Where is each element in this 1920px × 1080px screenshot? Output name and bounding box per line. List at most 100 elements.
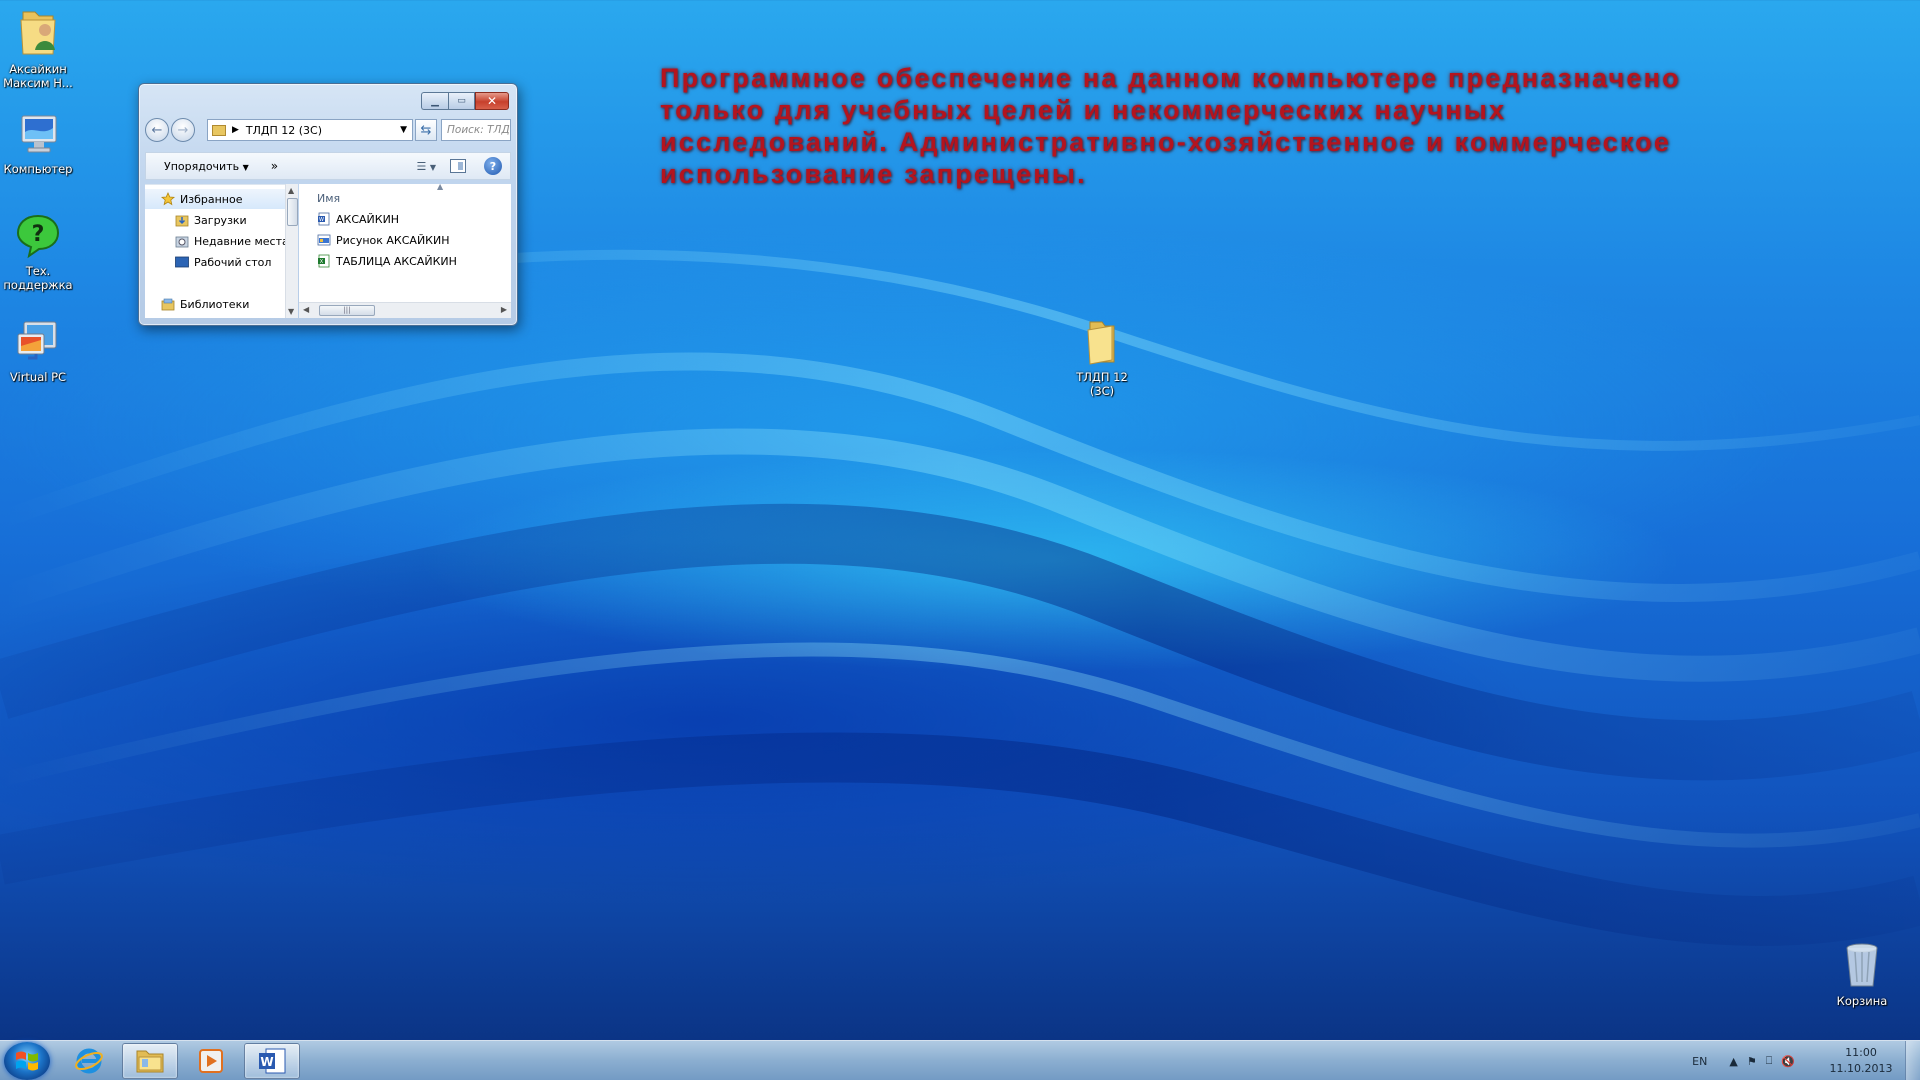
recent-places-icon: [175, 234, 189, 248]
downloads-folder-icon: [175, 213, 189, 227]
help-bubble-icon: ?: [16, 214, 60, 259]
file-item[interactable]: W АКСАЙКИН: [317, 210, 399, 228]
desktop-icon-label: ТЛДП 12 (3С): [1076, 370, 1128, 398]
scroll-up-icon[interactable]: ▲: [288, 186, 294, 195]
nav-item-recent-places[interactable]: Недавние места: [145, 231, 289, 251]
taskbar-internet-explorer[interactable]: [61, 1043, 117, 1079]
address-row: ← → ▶ ТЛДП 12 (3С) ▼ ⇆ Поиск: ТЛДП 12 (3…: [145, 117, 511, 143]
show-desktop-button[interactable]: [1905, 1041, 1920, 1080]
nav-pane-scrollbar[interactable]: ▲ ▼: [285, 184, 298, 318]
svg-text:W: W: [260, 1055, 273, 1069]
virtual-pc-icon: [17, 321, 57, 360]
window-controls: ▁ ▭ ✕: [421, 92, 509, 110]
star-icon: [160, 192, 176, 206]
nav-item-label: Избранное: [180, 192, 243, 206]
close-button[interactable]: ✕: [475, 92, 509, 110]
file-list: ▲ Имя W АКСАЙКИН Рисунок АКСАЙКИН X ТАБЛ…: [299, 182, 511, 318]
change-view-button[interactable]: ☰ ▼: [416, 160, 436, 173]
forward-button[interactable]: →: [171, 118, 195, 142]
image-file-icon: [317, 233, 331, 247]
desktop-icon-label: Тех. поддержка: [3, 264, 73, 292]
language-indicator[interactable]: EN: [1692, 1055, 1707, 1068]
clock-date: 11.10.2013: [1829, 1062, 1893, 1075]
notice-line: использование запрещены.: [660, 159, 1087, 189]
desktop-icon-label: Аксайкин Максим Н...: [3, 62, 73, 90]
action-center-flag-icon[interactable]: ⚑: [1747, 1055, 1757, 1068]
show-hidden-icons-icon[interactable]: ▲: [1729, 1055, 1737, 1068]
desktop-icon-user-folder[interactable]: Аксайкин Максим Н...: [0, 6, 80, 90]
back-arrow-icon: ←: [151, 122, 163, 138]
view-list-icon: ☰: [416, 159, 427, 173]
more-commands-button[interactable]: »: [271, 159, 278, 173]
address-path[interactable]: ТЛДП 12 (3С): [246, 124, 322, 137]
desktop-icon-label: Virtual PC: [9, 370, 67, 384]
nav-item-favorites[interactable]: Избранное: [145, 189, 285, 209]
explorer-window: ▁ ▭ ✕ ← → ▶ ТЛДП 12 (3С) ▼ ⇆ Поиск: ТЛДП…: [138, 83, 518, 326]
preview-pane-button[interactable]: [450, 159, 466, 173]
maximize-button[interactable]: ▭: [448, 92, 475, 110]
computer-icon: [21, 115, 57, 153]
desktop-icon-label: Компьютер: [3, 162, 73, 176]
minimize-button[interactable]: ▁: [421, 92, 448, 110]
organize-menu[interactable]: Упорядочить ▼: [164, 160, 249, 173]
nav-item-downloads[interactable]: Загрузки: [145, 210, 247, 230]
start-button[interactable]: [4, 1042, 50, 1080]
file-item[interactable]: X ТАБЛИЦА АКСАЙКИН: [317, 252, 457, 270]
back-button[interactable]: ←: [145, 118, 169, 142]
nav-item-label: Недавние места: [194, 234, 289, 248]
forward-arrow-icon: →: [177, 122, 189, 138]
chevron-down-icon[interactable]: ▼: [400, 125, 407, 135]
chevron-down-icon: ▼: [429, 162, 436, 172]
scroll-down-icon[interactable]: ▼: [288, 307, 294, 316]
taskbar-windows-explorer[interactable]: [122, 1043, 178, 1079]
scroll-left-icon[interactable]: ◀: [303, 305, 309, 314]
media-player-icon: [199, 1049, 223, 1073]
usage-notice: Программное обеспечение на данном компью…: [660, 62, 1890, 190]
scrollbar-thumb[interactable]: |||: [319, 305, 375, 316]
network-icon[interactable]: ⎕: [1766, 1054, 1773, 1068]
desktop-icon-virtual-pc[interactable]: Virtual PC: [0, 318, 80, 384]
column-header-name[interactable]: Имя: [317, 192, 340, 205]
file-name: ТАБЛИЦА АКСАЙКИН: [336, 254, 457, 268]
file-list-scrollbar[interactable]: ◀ ||| ▶: [299, 302, 511, 318]
breadcrumb-arrow-icon[interactable]: ▶: [232, 125, 239, 135]
nav-item-label: Библиотеки: [180, 297, 250, 311]
help-icon[interactable]: ?: [484, 157, 502, 175]
notice-line: Программное обеспечение на данном компью…: [660, 63, 1681, 93]
desktop-icon-tldp-folder[interactable]: ТЛДП 12 (3С): [1060, 318, 1144, 398]
search-input[interactable]: Поиск: ТЛДП 12 (3С): [441, 119, 511, 141]
taskbar-media-player[interactable]: [183, 1043, 239, 1079]
sort-ascending-icon: ▲: [437, 182, 444, 191]
close-icon: ✕: [486, 94, 498, 108]
organize-label: Упорядочить: [164, 159, 240, 173]
word-document-icon: W: [317, 212, 331, 226]
internet-explorer-icon: [75, 1048, 103, 1074]
folder-icon: [136, 1050, 164, 1073]
scroll-right-icon[interactable]: ▶: [501, 305, 507, 314]
word-icon: W: [259, 1048, 286, 1074]
address-bar[interactable]: ▶ ТЛДП 12 (3С) ▼: [207, 119, 413, 141]
taskbar: W EN ▲ ⚑ ⎕ 🔇 11:00 11.10.2013: [0, 1040, 1920, 1080]
file-name: АКСАЙКИН: [336, 212, 400, 226]
desktop-icon-label: Корзина: [1836, 994, 1888, 1008]
scrollbar-thumb[interactable]: [287, 198, 298, 226]
refresh-button[interactable]: ⇆: [415, 119, 437, 141]
desktop-icon-tech-support[interactable]: ? Тех. поддержка: [0, 212, 80, 292]
nav-item-libraries[interactable]: Библиотеки: [145, 294, 249, 314]
taskbar-microsoft-word[interactable]: W: [244, 1043, 300, 1079]
file-name: Рисунок АКСАЙКИН: [336, 233, 450, 247]
notice-line: исследований. Административно-хозяйствен…: [660, 127, 1672, 157]
file-item[interactable]: Рисунок АКСАЙКИН: [317, 231, 449, 249]
libraries-icon: [161, 297, 175, 311]
svg-text:?: ?: [32, 222, 45, 247]
refresh-icon: ⇆: [420, 122, 432, 138]
nav-item-label: Загрузки: [194, 213, 247, 227]
folder-icon: [212, 124, 226, 136]
taskbar-clock[interactable]: 11:00 11.10.2013: [1826, 1045, 1896, 1077]
windows-logo-icon: [16, 1051, 38, 1071]
desktop-icon-computer[interactable]: Компьютер: [0, 112, 80, 176]
desktop-icon-recycle-bin[interactable]: Корзина: [1820, 940, 1904, 1008]
nav-item-desktop[interactable]: Рабочий стол: [145, 252, 271, 272]
command-bar: Упорядочить ▼ » ☰ ▼ ?: [145, 152, 511, 180]
volume-muted-icon[interactable]: 🔇: [1781, 1055, 1795, 1068]
